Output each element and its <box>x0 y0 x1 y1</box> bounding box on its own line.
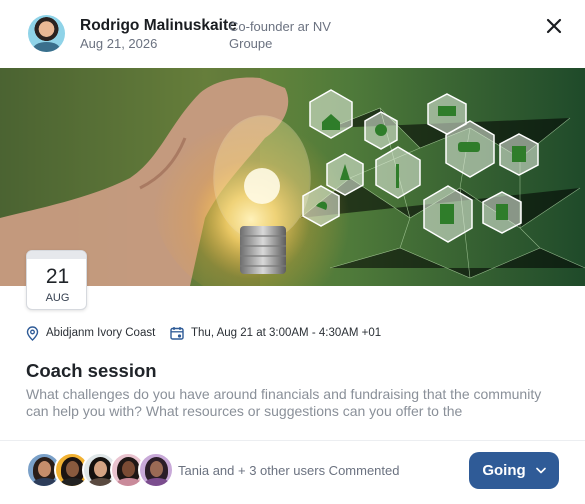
event-location: Abidjanm Ivory Coast <box>26 325 155 341</box>
going-button[interactable]: Going <box>469 452 559 489</box>
event-cover-image <box>0 68 585 286</box>
event-month: AUG <box>45 292 70 304</box>
author-avatar[interactable] <box>28 15 65 52</box>
event-title[interactable]: Coach session <box>26 360 157 382</box>
event-day: 21 <box>45 265 70 288</box>
author-role: Co-founder ar NV Groupe <box>229 19 331 51</box>
event-date-badge: 21 AUG <box>26 250 87 310</box>
author-name[interactable]: Rodrigo Malinuskaite <box>80 17 237 35</box>
location-pin-icon <box>26 325 39 341</box>
post-header: Rodrigo Malinuskaite Aug 21, 2026 Co-fou… <box>0 0 585 68</box>
comment-summary[interactable]: Tania and + 3 other users Commented <box>178 463 400 478</box>
attendee-avatars[interactable] <box>26 452 176 490</box>
event-location-text: Abidjanm Ivory Coast <box>46 327 156 339</box>
event-description: What challenges do you have around finan… <box>26 386 542 419</box>
post-date: Aug 21, 2026 <box>80 36 158 51</box>
event-datetime-text: Thu, Aug 21 at 3:00AM - 4:30AM +01 <box>191 327 382 339</box>
chevron-down-icon <box>535 467 546 474</box>
close-icon <box>546 18 562 34</box>
calendar-icon <box>170 327 184 340</box>
avatar <box>138 452 174 488</box>
footer-divider <box>0 440 585 441</box>
close-button[interactable] <box>544 16 564 36</box>
going-label: Going <box>482 462 526 479</box>
event-datetime: Thu, Aug 21 at 3:00AM - 4:30AM +01 <box>170 325 381 341</box>
